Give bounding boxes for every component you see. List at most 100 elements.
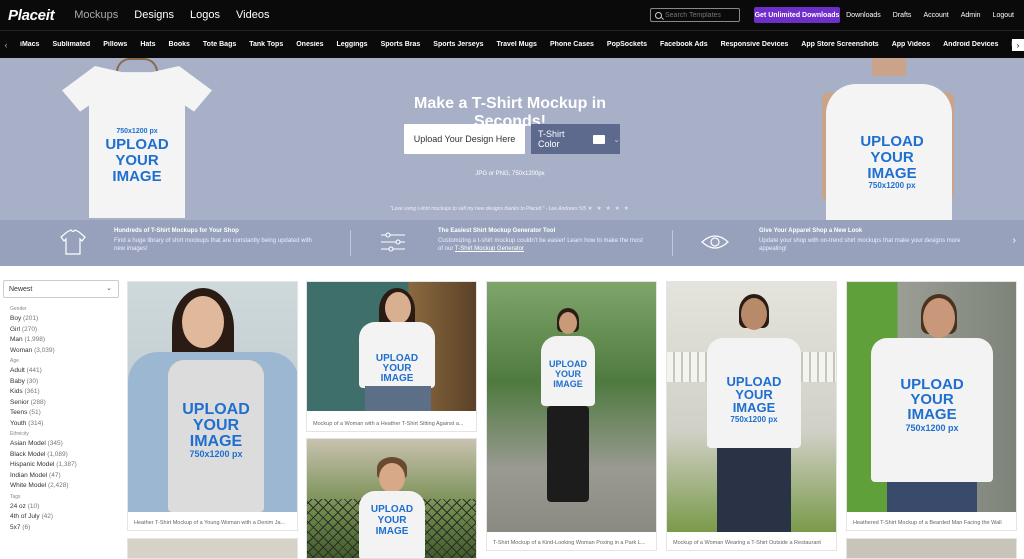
tshirt-color-select[interactable]: T-Shirt Color ⌄	[531, 124, 620, 154]
filter-item[interactable]: 24 oz (10)	[10, 502, 122, 513]
filter-item[interactable]: Asian Model (345)	[10, 439, 122, 450]
filter-item[interactable]: White Model (2,428)	[10, 481, 122, 492]
model-pants	[717, 448, 791, 532]
filter-item[interactable]: Girl (270)	[10, 325, 122, 336]
filter-item[interactable]: 5x7 (6)	[10, 523, 122, 534]
filter-item[interactable]: Baby (30)	[10, 377, 122, 388]
search-box[interactable]	[650, 8, 740, 22]
divider	[672, 230, 673, 256]
mockup-card[interactable]	[846, 538, 1017, 559]
mockup-generator-link[interactable]: T-Shirt Mockup Generator	[455, 246, 524, 252]
filter-item[interactable]: Kids (361)	[10, 387, 122, 398]
filter-item[interactable]: Man (1,998)	[10, 335, 122, 346]
filter-label: 24 oz	[10, 502, 26, 510]
mockup-card[interactable]: UPLOAD YOUR IMAGE T-Shirt Mockup of a Ki…	[486, 281, 657, 551]
category-link[interactable]: Responsive Devices	[721, 41, 789, 48]
mockup-thumbnail[interactable]: UPLOAD YOUR IMAGE 750x1200 px	[128, 282, 297, 512]
filter-item[interactable]: Boy (201)	[10, 314, 122, 325]
filter-item[interactable]: Adult (441)	[10, 366, 122, 377]
filter-item[interactable]: Youth (314)	[10, 419, 122, 430]
filter-item[interactable]: 4th of July (42)	[10, 512, 122, 523]
mockup-card[interactable]: UPLOAD YOUR IMAGE Mockup of a Woman with…	[306, 281, 477, 432]
account-nav: Downloads Drafts Account Admin Logout	[846, 0, 1014, 30]
model-head	[559, 312, 577, 334]
mockup-thumbnail[interactable]: UPLOAD YOUR IMAGE	[487, 282, 656, 532]
chevron-down-icon: ⌄	[106, 285, 112, 292]
mockup-text-image: IMAGE	[375, 526, 409, 537]
category-link[interactable]: Hats	[140, 41, 155, 48]
filter-label: Hispanic Model	[10, 461, 55, 468]
scroll-left-icon[interactable]: ‹	[0, 40, 12, 50]
search-input[interactable]	[665, 11, 735, 19]
category-link[interactable]: Pillows	[103, 41, 127, 48]
filter-count: (288)	[30, 398, 46, 406]
mockup-text-image: IMAGE	[553, 379, 583, 389]
eye-icon	[701, 235, 729, 249]
category-link[interactable]: Travel Mugs	[496, 41, 536, 48]
filter-count: (2,428)	[47, 482, 69, 489]
nav-logout[interactable]: Logout	[993, 12, 1014, 19]
get-unlimited-downloads-button[interactable]: Get Unlimited Downloads	[754, 7, 840, 23]
mockup-card[interactable]: UPLOAD YOUR IMAGE 750x1200 px Heathered …	[846, 281, 1017, 531]
filter-label: Teens	[10, 409, 28, 416]
nav-drafts[interactable]: Drafts	[893, 12, 912, 19]
chevron-right-icon[interactable]: ›	[1013, 235, 1016, 246]
category-link[interactable]: Sublimated	[52, 41, 90, 48]
filter-sidebar: Newest ⌄ Gender Boy (201) Girl (270) Man (1…	[0, 266, 125, 559]
category-link[interactable]: PopSockets	[607, 41, 647, 48]
category-link[interactable]: Leggings	[336, 41, 367, 48]
mockup-thumbnail[interactable]: UPLOAD YOUR IMAGE 750x1200 px	[847, 282, 1016, 512]
mockup-caption: Mockup of a Woman Wearing a T-Shirt Outs…	[673, 540, 821, 546]
category-link[interactable]: Books	[169, 41, 190, 48]
logo[interactable]: Placeit	[8, 7, 55, 24]
filter-count: (30)	[26, 377, 39, 385]
feature-strip: Hundreds of T-Shirt Mockups for Your Sho…	[0, 220, 1024, 266]
nav-admin[interactable]: Admin	[961, 12, 981, 19]
filter-item[interactable]: Woman (3,039)	[10, 346, 122, 357]
divider	[350, 230, 351, 256]
nav-logos[interactable]: Logos	[190, 9, 220, 21]
model-head	[923, 298, 955, 338]
category-link[interactable]: Phone Cases	[550, 41, 594, 48]
sliders-icon	[381, 232, 405, 252]
mockup-card[interactable]: UPLOAD YOUR IMAGE	[306, 438, 477, 559]
category-link[interactable]: Android Devices	[943, 41, 998, 48]
mockup-card[interactable]: UPLOAD YOUR IMAGE 750x1200 px Heather T-…	[127, 281, 298, 531]
category-link[interactable]: iMacs	[20, 41, 39, 48]
filter-item[interactable]: Indian Model (47)	[10, 471, 122, 482]
model-your-text: YOUR	[870, 149, 914, 166]
filter-item[interactable]: Senior (288)	[10, 398, 122, 409]
feature-2-desc: Customizing a t-shirt mockup couldn't be…	[438, 237, 648, 253]
upload-design-button[interactable]: Upload Your Design Here	[404, 124, 525, 154]
mockup-thumbnail[interactable]: UPLOAD YOUR IMAGE	[307, 439, 476, 558]
category-link[interactable]: Tank Tops	[249, 41, 283, 48]
category-link[interactable]: App Videos	[892, 41, 930, 48]
scroll-right-icon[interactable]: ›	[1012, 39, 1024, 51]
testimonial: "Love using t-shirt mockups to sell my n…	[380, 205, 640, 212]
feature-2: The Easiest Shirt Mockup Generator Tool …	[378, 228, 648, 256]
sort-select[interactable]: Newest ⌄	[3, 280, 119, 298]
mockup-text-image: IMAGE	[732, 400, 776, 415]
filter-item[interactable]: Black Model (1,089)	[10, 450, 122, 461]
filter-group-title: Ethnicity	[10, 431, 29, 437]
nav-mockups[interactable]: Mockups	[74, 9, 118, 21]
mockup-text-image: IMAGE	[380, 373, 414, 384]
category-link[interactable]: Tote Bags	[203, 41, 236, 48]
category-link[interactable]: Onesies	[296, 41, 323, 48]
mockup-card[interactable]: UPLOAD YOUR IMAGE 750x1200 px Mockup of …	[666, 281, 837, 551]
category-link[interactable]: App Store Screenshots	[801, 41, 878, 48]
filter-count: (3,039)	[34, 346, 55, 354]
category-link[interactable]: Sports Bras	[381, 41, 421, 48]
nav-account[interactable]: Account	[923, 12, 948, 19]
nav-videos[interactable]: Videos	[236, 9, 269, 21]
nav-downloads[interactable]: Downloads	[846, 12, 881, 19]
mockup-card[interactable]	[127, 538, 298, 559]
category-link[interactable]: Facebook Ads	[660, 41, 708, 48]
filter-count: (51)	[29, 409, 41, 416]
filter-item[interactable]: Teens (51)	[10, 408, 122, 419]
mockup-thumbnail[interactable]: UPLOAD YOUR IMAGE 750x1200 px	[667, 282, 836, 532]
mockup-thumbnail[interactable]: UPLOAD YOUR IMAGE	[307, 282, 476, 411]
nav-designs[interactable]: Designs	[134, 9, 174, 21]
filter-item[interactable]: Hispanic Model (1,387)	[10, 460, 122, 471]
category-link[interactable]: Sports Jerseys	[433, 41, 483, 48]
